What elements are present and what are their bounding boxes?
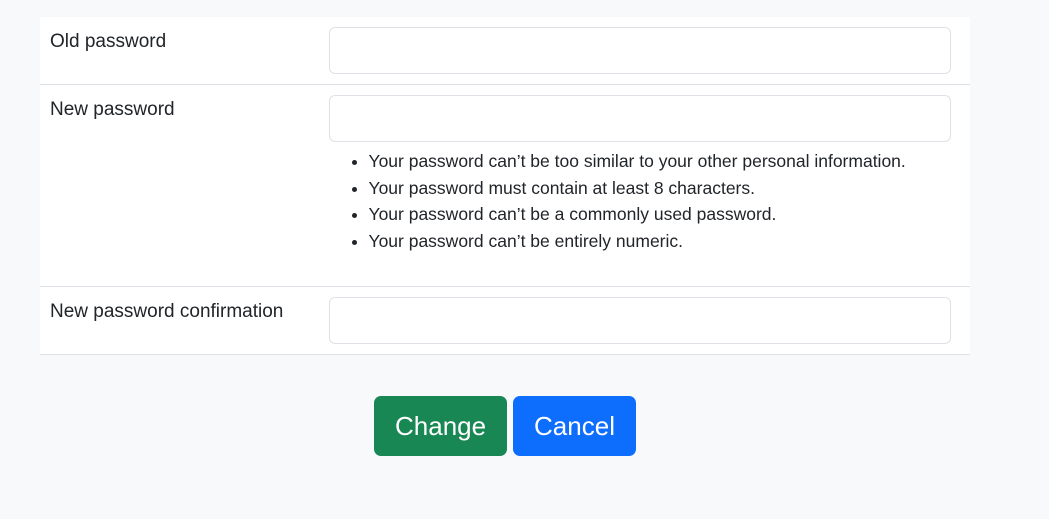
help-item: Your password can’t be too similar to yo…	[369, 148, 961, 175]
new-password-input[interactable]	[328, 95, 951, 142]
new-password-field-cell: Your password can’t be too similar to yo…	[328, 84, 970, 287]
new-password-label-cell: New password	[40, 84, 329, 287]
form-actions: Change Cancel	[374, 396, 636, 456]
new-password-confirmation-input[interactable]	[328, 297, 951, 344]
confirmation-field-cell	[328, 286, 970, 355]
password-change-form: Old password New password Your password …	[40, 17, 970, 355]
cancel-button[interactable]: Cancel	[513, 396, 636, 456]
new-password-label: New password	[50, 99, 175, 120]
new-password-row: New password Your password can’t be too …	[40, 84, 970, 287]
confirmation-label-cell: New password confirmation	[40, 286, 329, 355]
help-item: Your password can’t be entirely numeric.	[369, 228, 961, 255]
change-button[interactable]: Change	[374, 396, 507, 456]
help-item: Your password must contain at least 8 ch…	[369, 175, 961, 202]
old-password-row: Old password	[40, 17, 970, 85]
help-item: Your password can’t be a commonly used p…	[369, 201, 961, 228]
password-help-list: Your password can’t be too similar to yo…	[329, 148, 961, 254]
old-password-field-cell	[328, 17, 970, 85]
old-password-label: Old password	[50, 31, 167, 52]
new-password-confirmation-row: New password confirmation	[40, 286, 970, 355]
old-password-label-cell: Old password	[40, 17, 329, 85]
old-password-input[interactable]	[328, 27, 951, 74]
new-password-confirmation-label: New password confirmation	[50, 301, 284, 322]
